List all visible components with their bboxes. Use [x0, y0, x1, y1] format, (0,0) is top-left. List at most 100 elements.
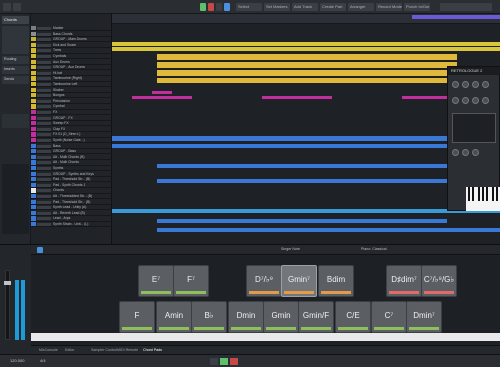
track-row[interactable]: Alt - Reverb Lead (B) — [31, 210, 112, 216]
timeline-ruler[interactable] — [112, 14, 500, 24]
chord-pad[interactable]: F⁷ — [173, 265, 209, 297]
inspector-section-inserts[interactable]: Inserts — [2, 66, 29, 74]
black-key[interactable] — [478, 187, 480, 201]
track-row[interactable]: Pad - Threshold Str... (B) — [31, 199, 112, 205]
black-key[interactable] — [468, 187, 470, 201]
track-mute-solo-buttons[interactable] — [37, 99, 51, 103]
constrain-delay-button[interactable] — [13, 3, 21, 11]
event-part[interactable] — [157, 179, 447, 183]
time-signature-display[interactable]: 4/4 — [40, 358, 46, 363]
lower-zone-tab[interactable]: MixConsole — [39, 348, 58, 352]
track-mute-solo-buttons[interactable] — [37, 217, 51, 221]
track-mute-solo-buttons[interactable] — [37, 127, 51, 131]
track-mute-solo-buttons[interactable] — [37, 27, 51, 30]
activate-project-button[interactable] — [3, 3, 11, 11]
knob-icon[interactable] — [452, 149, 459, 156]
track-mute-solo-buttons[interactable] — [37, 116, 51, 120]
track-mute-solo-buttons[interactable] — [37, 32, 51, 36]
track-row[interactable]: Bass — [31, 143, 112, 149]
track-row[interactable]: Sweep FX — [31, 121, 112, 127]
track-mute-solo-buttons[interactable] — [37, 206, 51, 210]
track-mute-solo-buttons[interactable] — [37, 195, 51, 198]
event-part[interactable] — [112, 144, 447, 148]
event-part[interactable] — [157, 219, 447, 223]
inspector-knob-area[interactable] — [2, 114, 29, 128]
knob-icon[interactable] — [472, 149, 479, 156]
window-controls[interactable] — [440, 3, 492, 11]
chord-pad[interactable]: C⁷ — [371, 301, 407, 333]
tool-tab-5[interactable]: Record Mode — [376, 3, 402, 11]
black-key[interactable] — [492, 187, 494, 201]
track-row[interactable]: GROUP - Bass — [31, 149, 112, 155]
play-icon[interactable] — [220, 358, 228, 365]
chord-pad[interactable]: B♭ — [191, 301, 227, 333]
track-mute-solo-buttons[interactable] — [37, 183, 51, 187]
track-row[interactable]: Lead - Arps — [31, 216, 112, 222]
track-row[interactable]: Synths — [31, 166, 112, 172]
event-part[interactable] — [157, 78, 457, 83]
chord-pad[interactable]: C/E — [335, 301, 371, 333]
chord-pad[interactable]: Gmin/F — [298, 301, 334, 333]
track-mute-solo-buttons[interactable] — [37, 139, 51, 142]
plugin-keyboard[interactable] — [466, 187, 500, 211]
track-mute-solo-buttons[interactable] — [37, 43, 51, 47]
track-row[interactable]: Clap FX — [31, 126, 112, 132]
voicing-select[interactable]: Piano: Classical — [361, 247, 387, 251]
track-row[interactable]: Kick and Snare — [31, 42, 112, 48]
track-mute-solo-buttons[interactable] — [37, 49, 51, 53]
track-row[interactable]: Cymbal — [31, 104, 112, 110]
tool-tab-3[interactable]: Create Part — [320, 3, 346, 11]
track-row[interactable]: Pad - Synth Chords 1 — [31, 182, 112, 188]
event-part[interactable] — [402, 96, 452, 99]
knob-icon[interactable] — [472, 97, 479, 104]
track-mute-solo-buttons[interactable] — [37, 144, 51, 148]
record-icon[interactable] — [208, 3, 214, 11]
track-row[interactable]: Bass Chords — [31, 31, 112, 37]
track-mute-solo-buttons[interactable] — [37, 88, 51, 92]
project-window-arrangement[interactable]: RETROLOGUE 2 — [112, 14, 500, 244]
event-part[interactable] — [262, 96, 332, 99]
black-key[interactable] — [486, 187, 488, 201]
event-part[interactable] — [157, 70, 457, 76]
chord-pad[interactable]: Amin — [156, 301, 192, 333]
lower-zone-tab[interactable]: Editor — [65, 348, 74, 352]
chord-pad[interactable]: Bdim — [318, 265, 354, 297]
track-mute-solo-buttons[interactable] — [37, 122, 51, 126]
chord-pad[interactable]: C⁷/♭⁹/G♭ — [421, 265, 457, 297]
chord-pad[interactable]: F — [119, 301, 155, 333]
track-row[interactable]: Alt - Multi Chords (B) — [31, 154, 112, 160]
track-mute-solo-buttons[interactable] — [37, 223, 51, 226]
track-mute-solo-buttons[interactable] — [37, 150, 51, 154]
track-mute-solo-buttons[interactable] — [37, 167, 51, 170]
track-row[interactable]: GROUP - FX — [31, 115, 112, 121]
track-mute-solo-buttons[interactable] — [37, 71, 51, 75]
track-row[interactable]: Synth (Noise Gate...) — [31, 138, 112, 144]
track-mute-solo-buttons[interactable] — [37, 133, 51, 137]
track-mute-solo-buttons[interactable] — [37, 161, 51, 165]
track-mute-solo-buttons[interactable] — [37, 211, 51, 215]
track-mute-solo-buttons[interactable] — [37, 66, 51, 70]
track-mute-solo-buttons[interactable] — [37, 178, 51, 182]
knob-icon[interactable] — [452, 81, 459, 88]
lower-zone-tab[interactable]: MIDI Remote — [117, 348, 138, 352]
volume-fader[interactable] — [4, 270, 11, 340]
track-row[interactable]: Toms — [31, 48, 112, 54]
knob-icon[interactable] — [462, 97, 469, 104]
track-row[interactable]: Percussion — [31, 98, 112, 104]
track-row[interactable]: GROUP - Main Drums — [31, 37, 112, 43]
track-mute-solo-buttons[interactable] — [37, 105, 51, 109]
tool-tab-6[interactable]: Punch In/Out — [404, 3, 430, 11]
track-mute-solo-buttons[interactable] — [37, 172, 51, 176]
track-row[interactable]: Tambourine (Right) — [31, 76, 112, 82]
track-row[interactable]: Pad - Threshold Str... (B) — [31, 177, 112, 183]
event-part[interactable] — [152, 91, 172, 94]
event-part[interactable] — [112, 136, 447, 141]
black-key[interactable] — [482, 187, 484, 201]
event-part[interactable] — [132, 96, 192, 99]
rewind-icon[interactable] — [210, 358, 218, 365]
chord-pad[interactable]: E⁷ — [138, 265, 174, 297]
track-mute-solo-buttons[interactable] — [37, 55, 51, 58]
tool-tab-1[interactable]: Set Markers — [264, 3, 290, 11]
chord-pad[interactable]: D⁷/♭⁹ — [246, 265, 282, 297]
cycle-icon[interactable] — [224, 3, 230, 11]
